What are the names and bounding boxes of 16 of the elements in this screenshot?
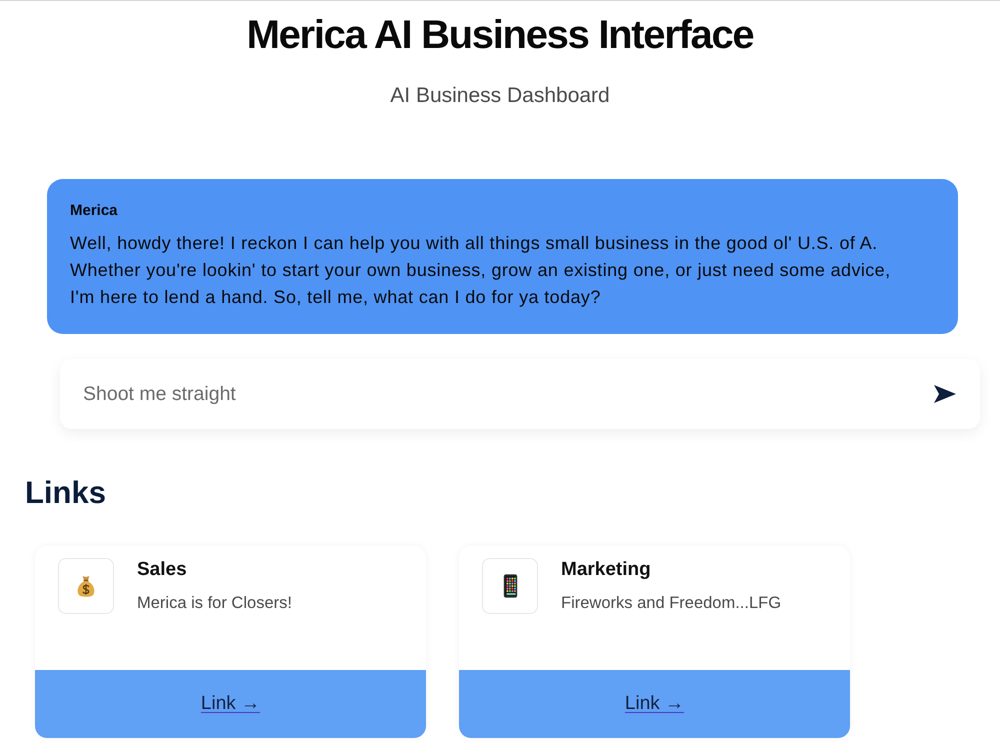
card-description: Merica is for Closers!: [137, 593, 292, 614]
sender-name: Merica: [70, 201, 119, 221]
send-icon: [934, 385, 956, 403]
money-bag-icon: [58, 558, 114, 614]
mobile-phone-icon: [482, 558, 538, 614]
section-heading: Links: [25, 475, 107, 511]
message-input[interactable]: Shoot me straight: [60, 359, 980, 429]
card-link[interactable]: Link →: [624, 692, 684, 716]
card-description: Fireworks and Freedom...LFG: [561, 593, 782, 614]
page-title: Merica AI Business Interface: [246, 13, 754, 57]
card-link[interactable]: Link →: [200, 692, 260, 716]
message-text: Well, howdy there! I reckon I can help you with all things small business in the good ol' U.S. of A. Whether you're lookin' to start your own business, grow an existing one, or just need some advice, I'm here to lend a hand. So, tell me, what can I do for ya today?: [70, 232, 892, 309]
page-subtitle: AI Business Dashboard: [389, 83, 611, 109]
card-title: Marketing: [561, 558, 652, 582]
send-button[interactable]: [934, 385, 956, 403]
card-title: Sales: [137, 558, 188, 582]
